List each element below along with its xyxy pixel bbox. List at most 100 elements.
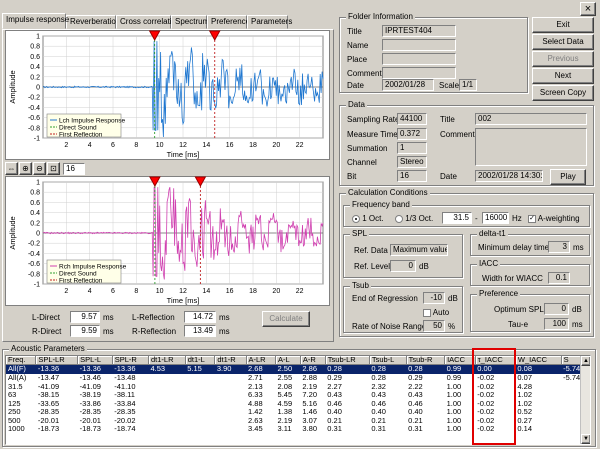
select-data-button[interactable]: Select Data xyxy=(532,34,594,50)
tab-reverberation[interactable]: Reverberation xyxy=(66,15,120,29)
zoom-fit-icon[interactable]: ⊡ xyxy=(47,162,60,175)
scroll-down-icon[interactable]: ▼ xyxy=(581,434,590,444)
l-reflection-label: L-Reflection xyxy=(132,313,175,322)
measure-time-label: Measure Time xyxy=(347,130,398,139)
table-cell xyxy=(215,374,246,383)
rate-noise-field: 50 xyxy=(423,320,445,332)
measure-time-field: 0.372 xyxy=(397,128,427,140)
ref-level-unit: dB xyxy=(419,262,429,271)
l-direct-label: L-Direct xyxy=(32,313,61,322)
table-cell: 3.11 xyxy=(277,424,292,434)
y-tick-label: -1 xyxy=(34,136,40,143)
oct1-radio[interactable]: 1 Oct. xyxy=(352,214,384,223)
y-tick-label: 1 xyxy=(36,34,40,41)
table-cell xyxy=(185,400,215,409)
x-tick-label: 4 xyxy=(88,288,92,295)
optimum-spl-label: Optimum SPL xyxy=(494,305,544,314)
rch-impulse-chart: 1 0.8 0.6 0.4 0.2 0 -0.2 -0.4 -0.6 -0.8 -1 2 4 6 8 10 12… xyxy=(8,176,324,305)
table-cell xyxy=(215,417,246,426)
freq-high-field[interactable]: 16000 xyxy=(482,212,509,224)
folder-date-field: 2002/01/28 xyxy=(382,79,434,91)
table-cell: 3.90 xyxy=(214,365,247,374)
tab-parameters[interactable]: Parameters xyxy=(247,15,292,29)
folder-place-field xyxy=(382,53,456,65)
table-scrollbar[interactable]: ▲ ▼ xyxy=(580,356,590,444)
freq-hz-unit: Hz xyxy=(512,214,522,223)
scale-field: 1/1 xyxy=(459,79,477,91)
a-weighting-checkbox[interactable]: ✓ A-weighting xyxy=(528,214,580,223)
table-cell xyxy=(185,425,215,434)
x-tick-label: 6 xyxy=(111,142,115,149)
x-tick-label: 12 xyxy=(179,288,187,295)
preference-title: Preference xyxy=(477,289,521,298)
auto-checkbox[interactable]: Auto xyxy=(423,308,449,317)
x-tick-label: 20 xyxy=(272,142,280,149)
sampling-rate-field: 44100 xyxy=(397,113,427,125)
zoom-value-field[interactable]: 16 xyxy=(63,163,85,175)
next-button[interactable]: Next xyxy=(532,68,594,84)
screen-copy-button[interactable]: Screen Copy xyxy=(532,85,594,101)
exit-button[interactable]: Exit xyxy=(532,17,594,33)
freq-low-field[interactable]: 31.5 xyxy=(442,212,472,224)
rate-noise-unit: % xyxy=(448,322,456,331)
a-weighting-label: A-weighting xyxy=(537,214,580,223)
table-cell xyxy=(215,382,246,391)
y-tick-label: -0.4 xyxy=(28,251,40,258)
auto-label: Auto xyxy=(432,308,450,317)
x-tick-label: 16 xyxy=(226,288,234,295)
min-delay-unit: ms xyxy=(573,243,584,252)
x-tick-label: 8 xyxy=(134,288,138,295)
r-reflection-label: R-Reflection xyxy=(132,327,177,336)
y-tick-label: -0.2 xyxy=(28,95,40,102)
summation-field: 1 xyxy=(397,142,427,154)
data-title-label: Title xyxy=(440,115,455,124)
folder-title-label: Title xyxy=(347,27,362,36)
frequency-band-title: Frequency band xyxy=(350,200,412,209)
iacc-title: IACC xyxy=(477,259,501,268)
play-button[interactable]: Play xyxy=(550,169,586,185)
end-regression-field: -10 xyxy=(423,292,445,304)
tab-preference[interactable]: Preference xyxy=(207,15,250,29)
oct3-radio[interactable]: 1/3 Oct. xyxy=(395,214,433,223)
lch-impulse-chart: 1 0.8 0.6 0.4 0.2 0 -0.2 -0.4 -0.6 -0.8 -1 2 4 6 8 10 12… xyxy=(8,30,324,159)
table-cell xyxy=(185,374,215,383)
tab-spectrum[interactable]: Spectrum xyxy=(171,15,209,29)
y-tick-label: 0.4 xyxy=(30,64,40,71)
table-cell: -18.73 xyxy=(37,424,60,434)
previous-button[interactable]: Previous xyxy=(532,51,594,67)
zoom-out-icon[interactable]: ⊖ xyxy=(33,162,46,175)
r-direct-unit: ms xyxy=(103,327,114,336)
l-direct-field: 9.57 xyxy=(70,311,100,323)
data-date-field: 2002/01/28 14:30:41 xyxy=(475,170,543,182)
rate-noise-label: Rate of Noise Range xyxy=(352,322,427,331)
bit-field: 16 xyxy=(397,170,427,182)
legend-entry: Direct Sound xyxy=(59,125,97,132)
y-tick-label: 0.2 xyxy=(30,220,40,227)
tab-impulse-response[interactable]: Impulse response xyxy=(2,13,69,29)
spl-title: SPL xyxy=(350,229,370,238)
folder-comment-label: Comment xyxy=(347,69,382,78)
close-button[interactable]: × xyxy=(580,2,596,16)
tsub-title: Tsub xyxy=(350,281,371,290)
calculate-button[interactable]: Calculate xyxy=(262,311,310,327)
delta-t1-title: delta-t1 xyxy=(477,229,508,238)
min-delay-field: 3 xyxy=(548,241,570,253)
a-weighting-check-icon: ✓ xyxy=(528,214,536,223)
wiacc-label: Width for WIACC xyxy=(482,274,543,283)
table-cell xyxy=(185,391,215,400)
table-cell: -18.73 xyxy=(79,424,101,434)
ref-data-field: Maximum value xyxy=(390,244,448,256)
scroll-up-icon[interactable]: ▲ xyxy=(581,356,590,366)
x-tick-label: 22 xyxy=(296,142,304,149)
pan-icon[interactable]: ⇔ xyxy=(5,162,18,175)
plot-toolbar: ⇔ ⊕ ⊖ ⊡ 16 xyxy=(5,162,125,176)
tab-cross-correlation[interactable]: Cross correlation xyxy=(116,15,180,29)
data-title-field: 002 xyxy=(475,113,587,125)
y-tick-label: -0.6 xyxy=(28,115,40,122)
data-comment-label: Comment xyxy=(440,130,475,139)
zoom-in-icon[interactable]: ⊕ xyxy=(19,162,32,175)
ref-level-label: Ref. Level xyxy=(354,262,391,271)
y-tick-label: 0.6 xyxy=(30,54,40,61)
x-tick-label: 10 xyxy=(156,288,164,295)
x-tick-label: 14 xyxy=(202,288,210,295)
